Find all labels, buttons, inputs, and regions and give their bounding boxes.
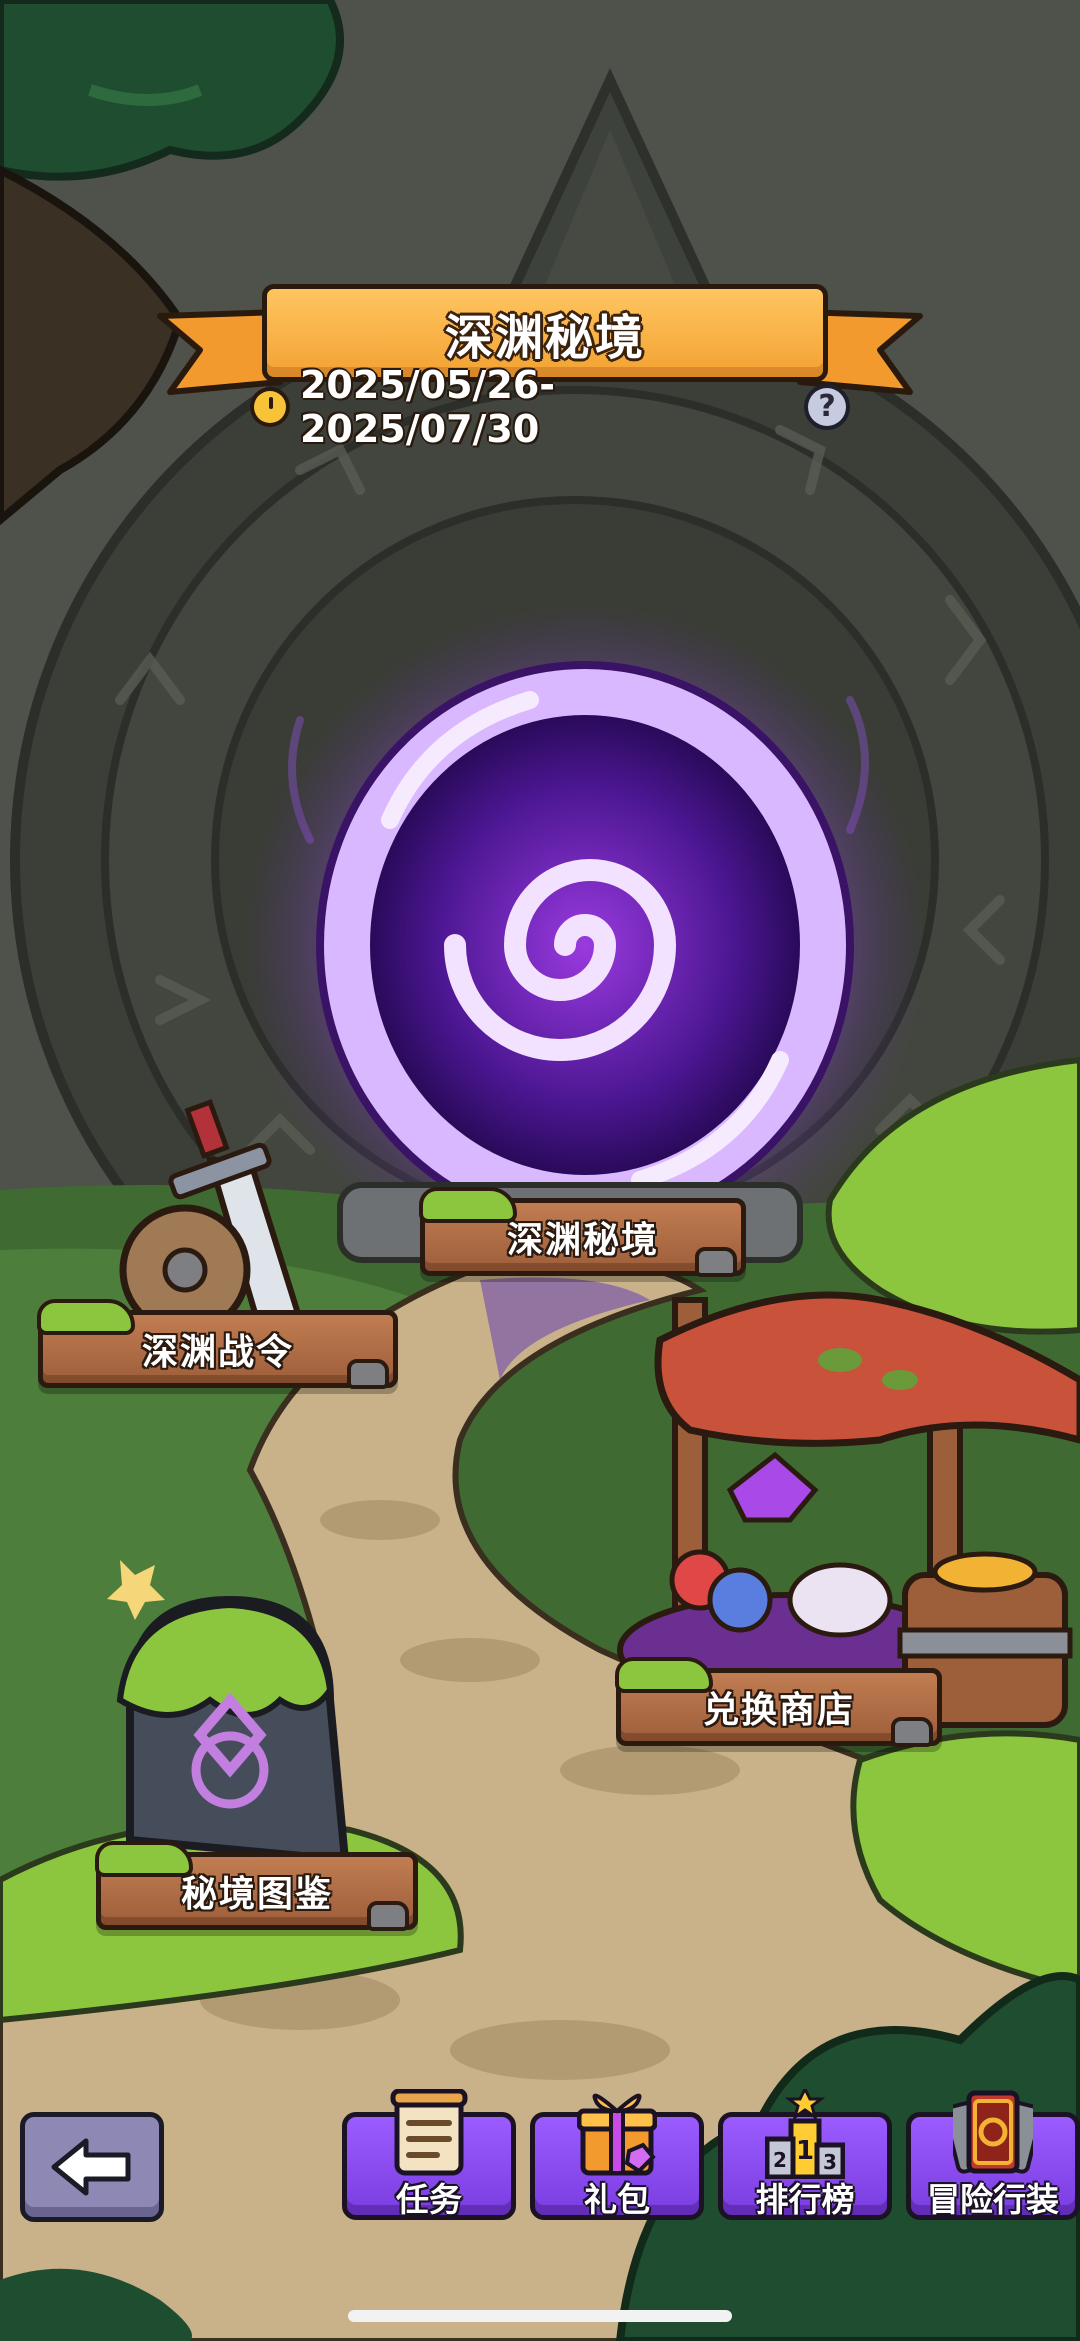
question-mark-icon[interactable]: ? xyxy=(804,384,851,430)
battle-pass-sign-label: 深渊战令 xyxy=(141,1332,294,1373)
gift-pack-button[interactable]: 礼包 xyxy=(530,2093,704,2220)
gift-box-icon xyxy=(577,2093,657,2176)
event-date-row: 2025/05/26-2025/07/30 ? xyxy=(250,363,851,451)
tasks-button[interactable]: 任务 xyxy=(342,2089,516,2220)
stone-decoration xyxy=(695,1247,737,1277)
scroll-icon xyxy=(390,2089,468,2176)
event-title-banner: 深渊秘境 2025/05/26-2025/07/30 ? xyxy=(150,282,930,451)
podium-icon: 1 2 3 xyxy=(765,2089,845,2179)
stone-decoration xyxy=(347,1359,389,1389)
rank-third-digit: 3 xyxy=(823,2150,837,2174)
portal-sign-label: 深渊秘境 xyxy=(506,1220,659,1261)
portal-sign-button[interactable]: 深渊秘境 xyxy=(419,1187,746,1277)
stone-decoration xyxy=(891,1717,933,1747)
stone-decoration xyxy=(367,1901,409,1931)
exchange-shop-sign-button[interactable]: 兑换商店 xyxy=(615,1657,942,1747)
adventure-outfit-button[interactable]: 冒险行装 xyxy=(906,2090,1080,2220)
back-button[interactable] xyxy=(20,2112,164,2222)
moss-decoration xyxy=(419,1187,517,1223)
rank-second-digit: 2 xyxy=(773,2148,787,2172)
moss-decoration xyxy=(37,1299,135,1335)
home-indicator[interactable] xyxy=(348,2310,732,2322)
ranking-button[interactable]: 1 2 3 排行榜 xyxy=(718,2089,892,2220)
back-arrow-icon xyxy=(51,2138,131,2196)
moss-decoration xyxy=(615,1657,713,1693)
battle-pass-sign-button[interactable]: 深渊战令 xyxy=(37,1299,398,1389)
moss-decoration xyxy=(95,1841,193,1877)
codex-sign-label: 秘境图鉴 xyxy=(180,1874,333,1915)
exchange-shop-sign-label: 兑换商店 xyxy=(702,1690,855,1731)
rank-first-digit: 1 xyxy=(796,2136,814,2166)
stopwatch-icon xyxy=(250,387,290,427)
codex-sign-button[interactable]: 秘境图鉴 xyxy=(95,1841,418,1931)
ranking-label: 排行榜 xyxy=(755,2180,855,2219)
tasks-label: 任务 xyxy=(396,2180,462,2219)
gift-pack-label: 礼包 xyxy=(584,2180,650,2219)
card-icon xyxy=(953,2090,1033,2174)
event-date-range: 2025/05/26-2025/07/30 xyxy=(299,363,556,451)
adventure-outfit-label: 冒险行装 xyxy=(927,2180,1059,2219)
